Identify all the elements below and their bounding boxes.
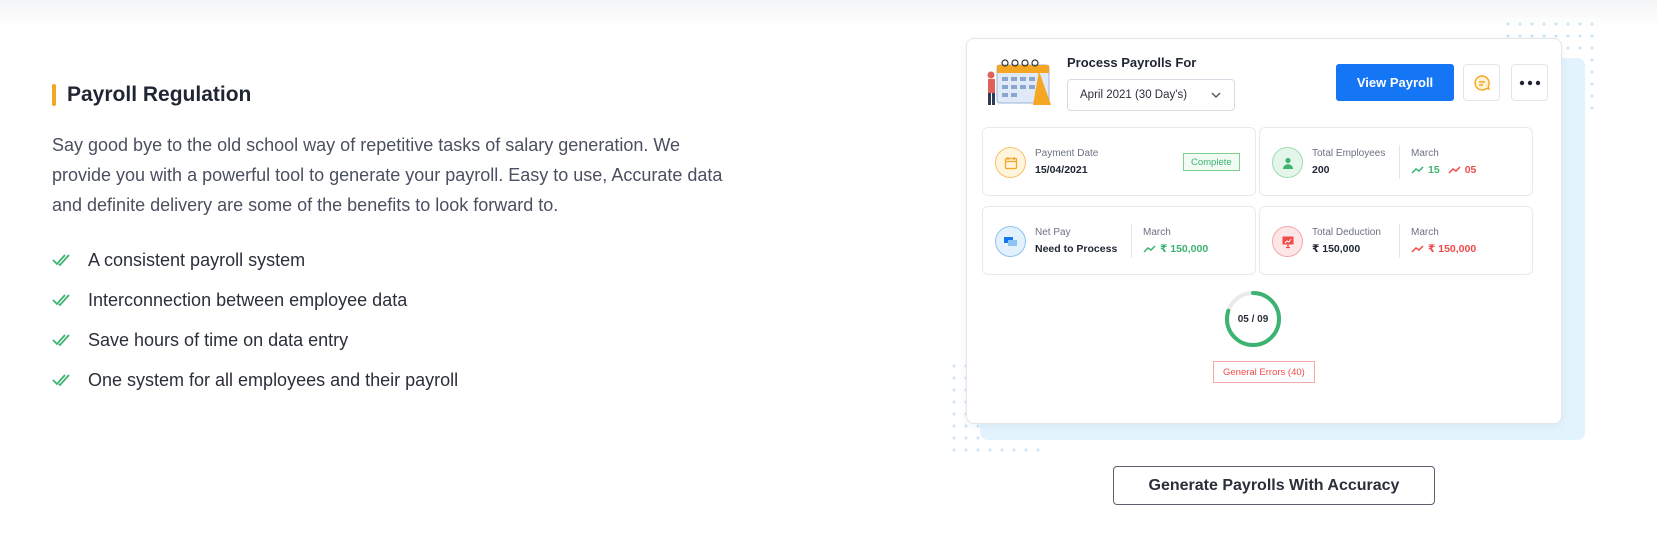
divider xyxy=(1399,224,1400,258)
total-deduction-label: Total Deduction xyxy=(1312,227,1381,238)
chevron-down-icon xyxy=(1211,92,1221,98)
presentation-icon xyxy=(1272,226,1303,257)
employee-decrease: 05 xyxy=(1464,164,1477,176)
money-icon xyxy=(995,226,1026,257)
payroll-dashboard-card: Process Payrolls For April 2021 (30 Day'… xyxy=(966,38,1562,424)
net-pay-value: Need to Process xyxy=(1035,243,1118,255)
feature-item: Save hours of time on data entry xyxy=(52,320,752,360)
divider xyxy=(1399,145,1400,179)
section-heading: Payroll Regulation xyxy=(52,82,752,108)
month-label: March xyxy=(1411,227,1439,238)
total-deduction-value: ₹ 150,000 xyxy=(1312,243,1361,255)
net-pay-trend: ₹ 150,000 xyxy=(1143,243,1208,255)
month-select[interactable]: April 2021 (30 Day's) xyxy=(1067,79,1235,111)
feature-text: A consistent payroll system xyxy=(88,249,306,270)
section-title: Payroll Regulation xyxy=(67,83,252,106)
calendar-icon xyxy=(995,147,1026,178)
top-fade xyxy=(0,0,1657,28)
trend-down-icon xyxy=(1411,245,1424,253)
month-select-value: April 2021 (30 Day's) xyxy=(1080,89,1188,101)
trend-down-icon xyxy=(1448,166,1461,174)
feature-text: Interconnection between employee data xyxy=(88,289,408,310)
double-check-icon xyxy=(52,374,70,387)
trend-up-icon xyxy=(1143,245,1156,253)
feature-item: One system for all employees and their p… xyxy=(52,360,752,400)
net-pay-card: Net Pay Need to Process March ₹ 150,000 xyxy=(982,206,1256,275)
feature-list: A consistent payroll system Interconnect… xyxy=(52,240,752,400)
double-check-icon xyxy=(52,334,70,347)
progress-count: 05 / 09 xyxy=(1237,313,1269,325)
month-label: March xyxy=(1411,148,1439,159)
feature-item: Interconnection between employee data xyxy=(52,280,752,320)
double-check-icon xyxy=(52,254,70,267)
chat-icon xyxy=(1473,74,1490,91)
more-icon xyxy=(1519,80,1540,85)
person-icon xyxy=(1272,147,1303,178)
employee-increase: 15 xyxy=(1428,164,1440,176)
total-employees-label: Total Employees xyxy=(1312,148,1386,159)
total-employees-card: Total Employees 200 March 15 05 xyxy=(1259,127,1533,196)
more-options-button[interactable] xyxy=(1511,64,1548,101)
general-errors-badge[interactable]: General Errors (40) xyxy=(1213,361,1315,383)
total-deduction-card: Total Deduction ₹ 150,000 March ₹ 150,00… xyxy=(1259,206,1533,275)
content-column: Payroll Regulation Say good bye to the o… xyxy=(52,82,752,400)
accent-bar xyxy=(52,84,56,106)
net-pay-label: Net Pay xyxy=(1035,227,1071,238)
divider xyxy=(1131,224,1132,258)
generate-payrolls-button[interactable]: Generate Payrolls With Accuracy xyxy=(1113,466,1435,505)
payment-date-card: Payment Date 15/04/2021 Complete xyxy=(982,127,1256,196)
month-label: March xyxy=(1143,227,1171,238)
feature-item: A consistent payroll system xyxy=(52,240,752,280)
feature-text: Save hours of time on data entry xyxy=(88,329,349,350)
calendar-illustration-icon xyxy=(987,59,1051,105)
payment-date-label: Payment Date xyxy=(1035,148,1099,159)
chat-button[interactable] xyxy=(1463,64,1500,101)
net-pay-amount: ₹ 150,000 xyxy=(1160,243,1209,255)
status-badge: Complete xyxy=(1183,153,1240,171)
section-description: Say good bye to the old school way of re… xyxy=(52,135,723,215)
deduction-amount: ₹ 150,000 xyxy=(1428,243,1477,255)
double-check-icon xyxy=(52,294,70,307)
feature-text: One system for all employees and their p… xyxy=(88,369,459,390)
payment-date-value: 15/04/2021 xyxy=(1035,164,1088,176)
view-payroll-button[interactable]: View Payroll xyxy=(1336,64,1454,101)
total-employees-value: 200 xyxy=(1312,164,1330,176)
trend-up-icon xyxy=(1411,166,1424,174)
employee-trend: 15 05 xyxy=(1411,164,1476,176)
deduction-trend: ₹ 150,000 xyxy=(1411,243,1476,255)
process-payrolls-label: Process Payrolls For xyxy=(1067,55,1197,70)
